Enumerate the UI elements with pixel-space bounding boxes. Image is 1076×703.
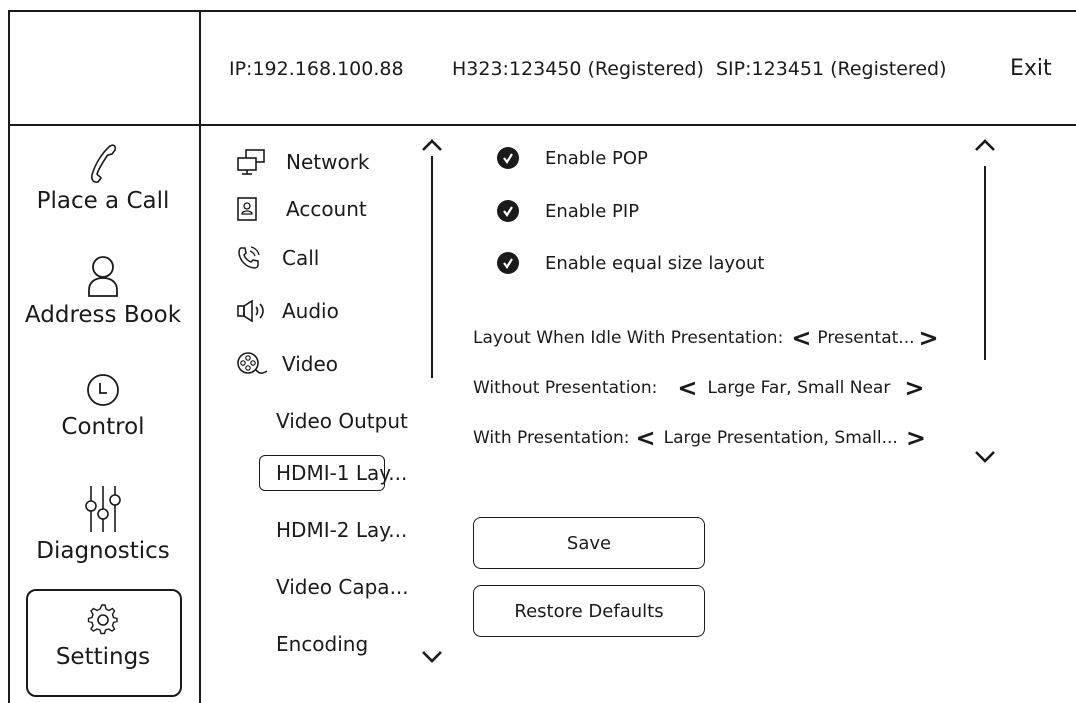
checkbox-label: Enable PIP (545, 200, 640, 222)
call-icon (238, 246, 260, 269)
gear-icon (87, 604, 118, 635)
nav-label: Diagnostics (36, 538, 170, 564)
exit-button[interactable]: Exit (1010, 56, 1052, 81)
person-icon (88, 256, 118, 297)
sip-status: SIP:123451 (Registered) (716, 58, 947, 80)
submenu-hdmi2-layout[interactable]: HDMI-2 Lay... (276, 518, 407, 542)
menu-item-audio[interactable]: Audio (236, 299, 339, 323)
layout-without-presentation-row: Without Presentation: < Large Far, Small… (473, 376, 924, 400)
header-divider (8, 124, 1076, 126)
nav-label: Control (61, 414, 145, 440)
nav-control[interactable]: Control (8, 370, 198, 440)
menu-item-account[interactable]: Account (236, 197, 367, 221)
submenu-encoding[interactable]: Encoding (276, 632, 368, 656)
layout-label: Layout When Idle With Presentation: (473, 328, 784, 348)
chevron-right-icon[interactable]: > (904, 376, 924, 400)
restore-defaults-button[interactable]: Restore Defaults (473, 585, 705, 637)
top-border (8, 10, 1076, 12)
layout-idle-with-presentation-row: Layout When Idle With Presentation: < Pr… (473, 326, 939, 350)
nav-diagnostics[interactable]: Diagnostics (8, 484, 198, 564)
checkbox-label: Enable equal size layout (545, 252, 765, 274)
layout-label: With Presentation: (473, 428, 630, 448)
network-icon (237, 149, 265, 175)
save-button[interactable]: Save (473, 517, 705, 569)
enable-equal-size-layout-checkbox[interactable]: Enable equal size layout (497, 252, 764, 274)
phone-icon (91, 144, 117, 183)
clock-icon (87, 374, 119, 406)
layout-with-presentation-row: With Presentation: < Large Presentation,… (473, 426, 926, 450)
content-scroll-up-icon[interactable] (974, 138, 996, 152)
checked-icon (497, 200, 519, 222)
menu-scroll-down-icon[interactable] (421, 650, 443, 664)
content-scroll-down-icon[interactable] (974, 450, 996, 464)
menu-label: Account (286, 197, 367, 221)
enable-pop-checkbox[interactable]: Enable POP (497, 147, 648, 169)
nav-label: Place a Call (36, 188, 170, 214)
sliders-icon (85, 486, 121, 532)
checkbox-label: Enable POP (545, 147, 648, 169)
layout-value: Large Far, Small Near (707, 378, 891, 398)
content-scrollbar[interactable] (984, 166, 986, 360)
account-icon (237, 197, 257, 221)
chevron-left-icon[interactable]: < (636, 426, 656, 450)
menu-item-video[interactable]: Video (236, 351, 338, 377)
menu-label: Call (282, 246, 320, 270)
ip-address: IP:192.168.100.88 (229, 58, 404, 80)
chevron-left-icon[interactable]: < (677, 376, 697, 400)
menu-scroll-up-icon[interactable] (421, 138, 443, 152)
audio-icon (237, 299, 264, 323)
enable-pip-checkbox[interactable]: Enable PIP (497, 200, 639, 222)
checked-icon (497, 252, 519, 274)
layout-label: Without Presentation: (473, 378, 658, 398)
nav-settings[interactable]: Settings (8, 604, 198, 670)
menu-label: Network (286, 150, 370, 174)
nav-label: Address Book (24, 302, 182, 328)
menu-label: Audio (282, 299, 339, 323)
nav-place-a-call[interactable]: Place a Call (8, 140, 198, 214)
checked-icon (497, 147, 519, 169)
layout-value: Presentat... (817, 328, 915, 348)
menu-scrollbar[interactable] (431, 156, 433, 378)
chevron-right-icon[interactable]: > (919, 326, 939, 350)
h323-status: H323:123450 (Registered) (452, 58, 704, 80)
menu-item-call[interactable]: Call (236, 245, 319, 271)
nav-label: Settings (55, 644, 151, 670)
video-icon (237, 352, 268, 374)
chevron-right-icon[interactable]: > (906, 426, 926, 450)
submenu-video-capability[interactable]: Video Capa... (276, 575, 409, 599)
nav-divider (199, 10, 201, 703)
submenu-hdmi1-layout[interactable]: HDMI-1 Lay... (276, 461, 407, 485)
chevron-left-icon[interactable]: < (791, 326, 811, 350)
layout-value: Large Presentation, Small... (663, 428, 898, 448)
left-border (8, 10, 10, 703)
nav-address-book[interactable]: Address Book (8, 252, 198, 328)
submenu-video-output[interactable]: Video Output (276, 409, 408, 433)
menu-label: Video (282, 352, 339, 376)
menu-item-network[interactable]: Network (236, 148, 370, 176)
